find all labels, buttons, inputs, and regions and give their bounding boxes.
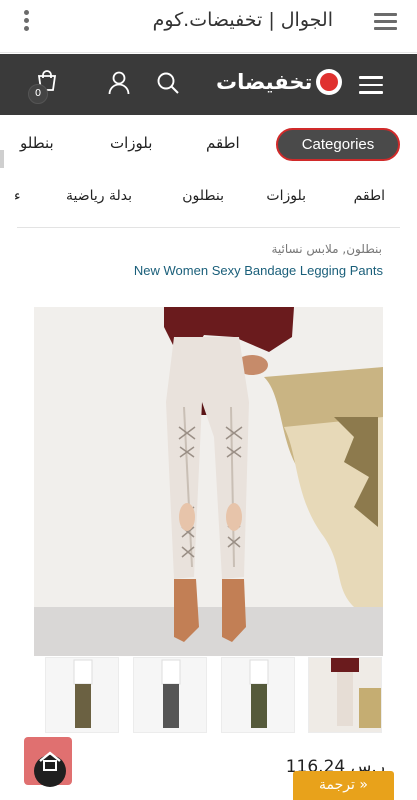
subnav-item-pants[interactable]: بنطلون [182, 188, 224, 204]
product-thumbnails [45, 657, 383, 733]
product-categories[interactable]: بنطلون, ملابس نسائية [271, 242, 382, 256]
app-menu-icon[interactable] [374, 13, 397, 31]
thumbnail-2[interactable] [221, 657, 295, 733]
home-icon [39, 751, 61, 771]
translate-button[interactable]: ترجمة » [293, 771, 394, 800]
page-title: الجوال | تخفيضات.كوم [152, 9, 333, 31]
subnav-item-partial[interactable]: ء [14, 188, 21, 204]
subnav-item-blouses[interactable]: بلوزات [266, 188, 306, 204]
tab-sets[interactable]: اطقم [206, 134, 240, 152]
home-floating-button[interactable] [24, 737, 72, 787]
category-tabs: Categories اطقم بلوزات بنطلو [0, 122, 417, 166]
logo-text: تخفيضات [216, 70, 313, 94]
tab-categories[interactable]: Categories [276, 128, 400, 161]
thumbnail-4[interactable] [45, 657, 119, 733]
subnav-item-sets[interactable]: اطقم [354, 188, 385, 204]
thumbnail-1[interactable] [308, 657, 382, 733]
search-icon[interactable] [156, 71, 180, 95]
cart-count-badge: 0 [28, 84, 48, 104]
user-icon[interactable] [108, 71, 130, 95]
site-header: 0 تخفيضات [0, 54, 417, 115]
thumbnail-3[interactable] [133, 657, 207, 733]
site-logo[interactable]: تخفيضات [216, 67, 343, 97]
product-title: New Women Sexy Bandage Legging Pants [133, 263, 383, 278]
tab-pants[interactable]: بنطلو [20, 134, 54, 152]
app-bar: الجوال | تخفيضات.كوم [0, 0, 417, 53]
product-main-image[interactable] [34, 307, 383, 656]
subnav-item-tracksuit[interactable]: بدلة رياضية [66, 188, 132, 204]
logo-mark-icon [316, 69, 343, 95]
tab-blouses[interactable]: بلوزات [110, 134, 152, 152]
scroll-indicator[interactable] [0, 150, 4, 168]
hamburger-icon[interactable] [359, 76, 383, 94]
cart-button[interactable]: 0 [28, 68, 58, 104]
kebab-menu-icon[interactable] [20, 10, 32, 32]
sub-navigation: اطقم بلوزات بنطلون بدلة رياضية ء [0, 180, 417, 216]
divider [17, 227, 400, 228]
